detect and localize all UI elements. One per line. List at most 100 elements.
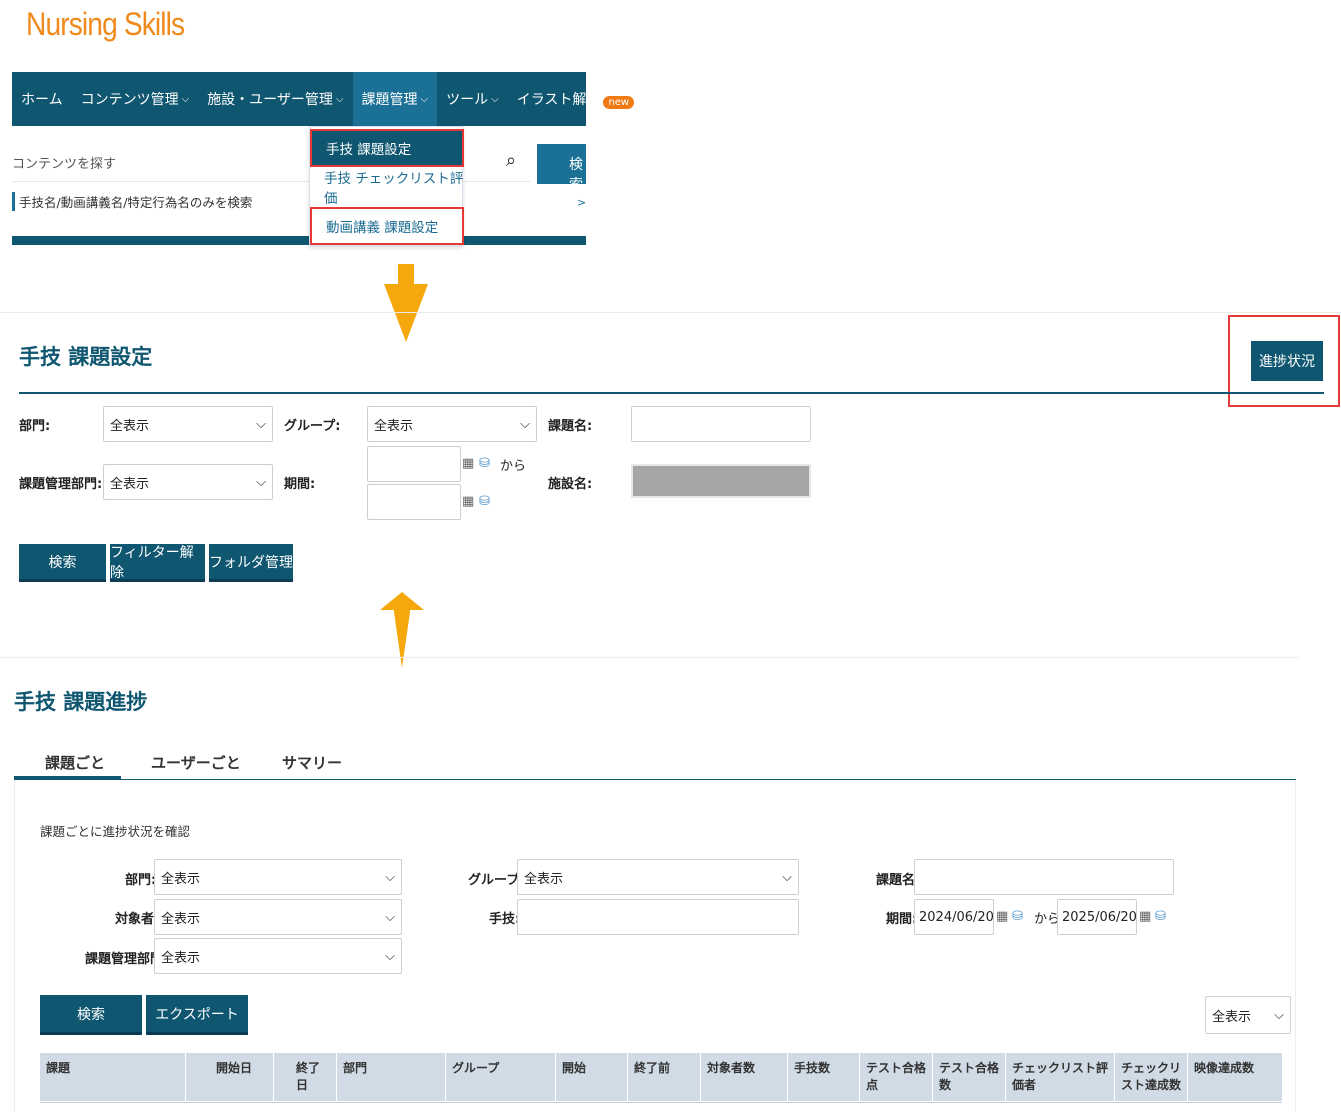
calendar-icon[interactable]: ▦ xyxy=(996,909,1008,924)
calendar-icon[interactable]: ▦ xyxy=(1139,909,1151,924)
select-value: 全表示 xyxy=(110,476,150,492)
navbar-bottom-bar xyxy=(12,236,586,245)
target-select[interactable]: 全表示 ⌵ xyxy=(154,899,402,935)
calendar-icon[interactable]: ▦ xyxy=(462,494,474,509)
target-label: 対象者: xyxy=(115,912,160,927)
progress-table-header: 課題 開始日 終了日 部門 グループ 開始 終了前 対象者数 手技数 テスト合格… xyxy=(40,1053,1282,1101)
search-button[interactable]: 検索 xyxy=(19,544,106,582)
from-label: から xyxy=(500,459,527,474)
column-header[interactable]: チェックリスト評価者 xyxy=(1006,1053,1115,1101)
group-label: グループ: xyxy=(468,873,525,888)
nav-item-illustration[interactable]: イラスト解説 new xyxy=(508,72,643,126)
column-header[interactable]: 課題 xyxy=(40,1053,186,1101)
export-button[interactable]: エクスポート xyxy=(146,995,248,1035)
department-select[interactable]: 全表示 ⌵ xyxy=(154,859,402,895)
chevron-right-icon[interactable]: > xyxy=(577,196,586,209)
column-header[interactable]: 開始 xyxy=(556,1053,628,1101)
group-label: グループ: xyxy=(284,419,341,434)
task-name-input[interactable] xyxy=(914,859,1174,895)
nav-item-home[interactable]: ホーム xyxy=(12,72,72,126)
folder-mgmt-button[interactable]: フォルダ管理 xyxy=(209,544,293,582)
column-header[interactable]: 部門 xyxy=(337,1053,446,1101)
column-header[interactable]: グループ xyxy=(446,1053,556,1101)
chevron-down-icon: ⌵ xyxy=(491,93,499,105)
app-logo: Nursing Skills xyxy=(26,6,185,42)
department-select[interactable]: 全表示 ⌵ xyxy=(103,406,273,442)
department-label: 部門: xyxy=(125,873,157,888)
chevron-down-icon: ⌵ xyxy=(385,948,395,964)
top-search-button[interactable]: 検索 xyxy=(537,144,586,184)
tab-summary[interactable]: サマリー xyxy=(282,752,342,773)
main-navbar: ホーム コンテンツ管理 ⌵ 施設・ユーザー管理 ⌵ 課題管理 ⌵ ツール ⌵ イラスト解… xyxy=(12,72,635,126)
column-header[interactable]: 終了前 xyxy=(628,1053,701,1101)
mgmt-department-select[interactable]: 全表示 ⌵ xyxy=(103,464,273,500)
select-value: 全表示 xyxy=(110,418,150,434)
nav-item-facility-user-mgmt[interactable]: 施設・ユーザー管理 ⌵ xyxy=(198,72,352,126)
nav-item-content-mgmt[interactable]: コンテンツ管理 ⌵ xyxy=(72,72,199,126)
column-header[interactable]: 開始日 xyxy=(186,1053,274,1101)
chevron-down-icon: ⌵ xyxy=(385,909,395,925)
table-row[interactable] xyxy=(40,1102,1282,1112)
column-header[interactable]: 対象者数 xyxy=(701,1053,788,1101)
page-title: 手技 課題進捗 xyxy=(14,690,148,714)
calendar-icon[interactable]: ▦ xyxy=(462,456,474,471)
column-header[interactable]: テスト合格数 xyxy=(933,1053,1006,1101)
column-header[interactable]: 終了日 xyxy=(274,1053,337,1101)
search-filter-option[interactable]: 手技名/動画講義名/特定行為名のみを検索 xyxy=(12,192,252,211)
task-name-input[interactable] xyxy=(631,406,811,442)
column-header[interactable]: テスト合格点 xyxy=(860,1053,933,1101)
column-header[interactable]: チェックリスト達成数 xyxy=(1115,1053,1188,1101)
flow-arrow-icon xyxy=(380,592,424,668)
select-value: 全表示 xyxy=(374,418,414,434)
database-icon[interactable]: ⛁ xyxy=(479,456,490,471)
database-icon[interactable]: ⛁ xyxy=(1012,909,1023,924)
nav-item-task-mgmt[interactable]: 課題管理 ⌵ xyxy=(352,72,438,126)
tab-description: 課題ごとに進捗状況を確認 xyxy=(40,824,191,839)
column-header[interactable]: 手技数 xyxy=(788,1053,860,1101)
menu-item-skill-checklist-eval[interactable]: 手技 チェックリスト評価 xyxy=(310,168,464,207)
skill-label: 手技: xyxy=(489,912,521,927)
chevron-down-icon: ⌵ xyxy=(520,416,530,432)
mgmt-department-select[interactable]: 全表示 ⌵ xyxy=(154,938,402,974)
page-size-select[interactable]: 全表示 ⌵ xyxy=(1205,996,1291,1034)
chevron-down-icon: ⌵ xyxy=(385,869,395,885)
database-icon[interactable]: ⛁ xyxy=(1155,909,1166,924)
nav-label: イラスト解説 xyxy=(516,92,601,108)
select-value: 全表示 xyxy=(161,871,201,887)
period-end-input[interactable] xyxy=(367,484,461,520)
database-icon[interactable]: ⛁ xyxy=(479,494,490,509)
tab-by-user[interactable]: ユーザーごと xyxy=(151,752,241,773)
search-button[interactable]: 検索 xyxy=(40,995,142,1035)
select-value: 全表示 xyxy=(161,911,201,927)
skill-input[interactable] xyxy=(517,899,799,935)
select-value: 全表示 xyxy=(524,871,564,887)
progress-status-button[interactable]: 進捗状況 xyxy=(1251,341,1323,381)
nav-label: コンテンツ管理 xyxy=(80,92,179,108)
group-select[interactable]: 全表示 ⌵ xyxy=(517,859,799,895)
clear-filter-button[interactable]: フィルター解除 xyxy=(110,544,205,582)
department-label: 部門: xyxy=(19,419,51,434)
chevron-down-icon: ⌵ xyxy=(181,93,190,105)
chevron-down-icon: ⌵ xyxy=(782,869,792,885)
section-divider xyxy=(0,657,1300,658)
select-value: 全表示 xyxy=(161,950,201,966)
chevron-down-icon: ⌵ xyxy=(256,474,266,490)
nav-label: 施設・ユーザー管理 xyxy=(207,92,333,108)
facility-input-disabled xyxy=(631,464,811,498)
column-header[interactable]: 映像達成数 xyxy=(1188,1053,1282,1101)
new-badge: new xyxy=(603,95,635,109)
nav-item-tools[interactable]: ツール ⌵ xyxy=(437,72,508,126)
menu-item-skill-task-settings[interactable]: 手技 課題設定 xyxy=(310,129,464,167)
task-name-label: 課題名: xyxy=(548,419,593,434)
chevron-down-icon: ⌵ xyxy=(420,93,429,105)
period-end-input[interactable]: 2025/06/20 xyxy=(1057,899,1137,935)
chevron-down-icon: ⌵ xyxy=(335,93,344,105)
period-start-input[interactable] xyxy=(367,446,461,482)
search-icon[interactable]: ⌕ xyxy=(506,150,516,171)
title-divider xyxy=(19,392,1324,394)
period-label: 期間: xyxy=(284,477,316,492)
tab-by-task[interactable]: 課題ごと xyxy=(45,752,105,773)
group-select[interactable]: 全表示 ⌵ xyxy=(367,406,537,442)
menu-item-video-task-settings[interactable]: 動画講義 課題設定 xyxy=(310,207,464,245)
period-start-input[interactable]: 2024/06/20 xyxy=(914,899,994,935)
